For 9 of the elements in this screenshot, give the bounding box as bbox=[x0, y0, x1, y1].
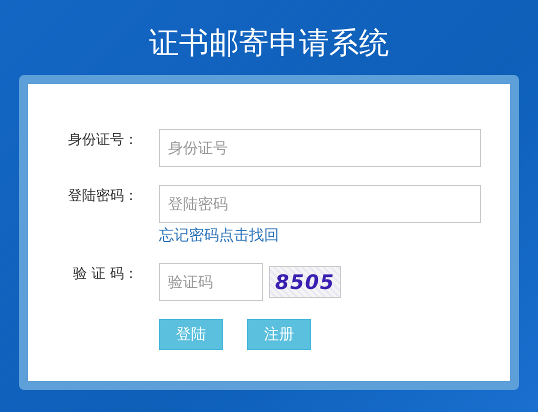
captcha-field[interactable]: 验证码 bbox=[159, 263, 263, 301]
page-title: 证书邮寄申请系统 bbox=[149, 25, 389, 63]
field-label: 身份证号： bbox=[67, 131, 138, 149]
forgot-password-link[interactable]: 忘记密码点击找回 bbox=[159, 226, 279, 245]
id-number-field[interactable]: 身份证号 bbox=[159, 129, 481, 167]
password-field[interactable]: 登陆密码 bbox=[159, 185, 481, 223]
field-label: 登陆密码： bbox=[67, 187, 138, 205]
field-label: 验 证 码： bbox=[72, 265, 138, 283]
captcha-image[interactable]: 8505 bbox=[269, 266, 341, 298]
